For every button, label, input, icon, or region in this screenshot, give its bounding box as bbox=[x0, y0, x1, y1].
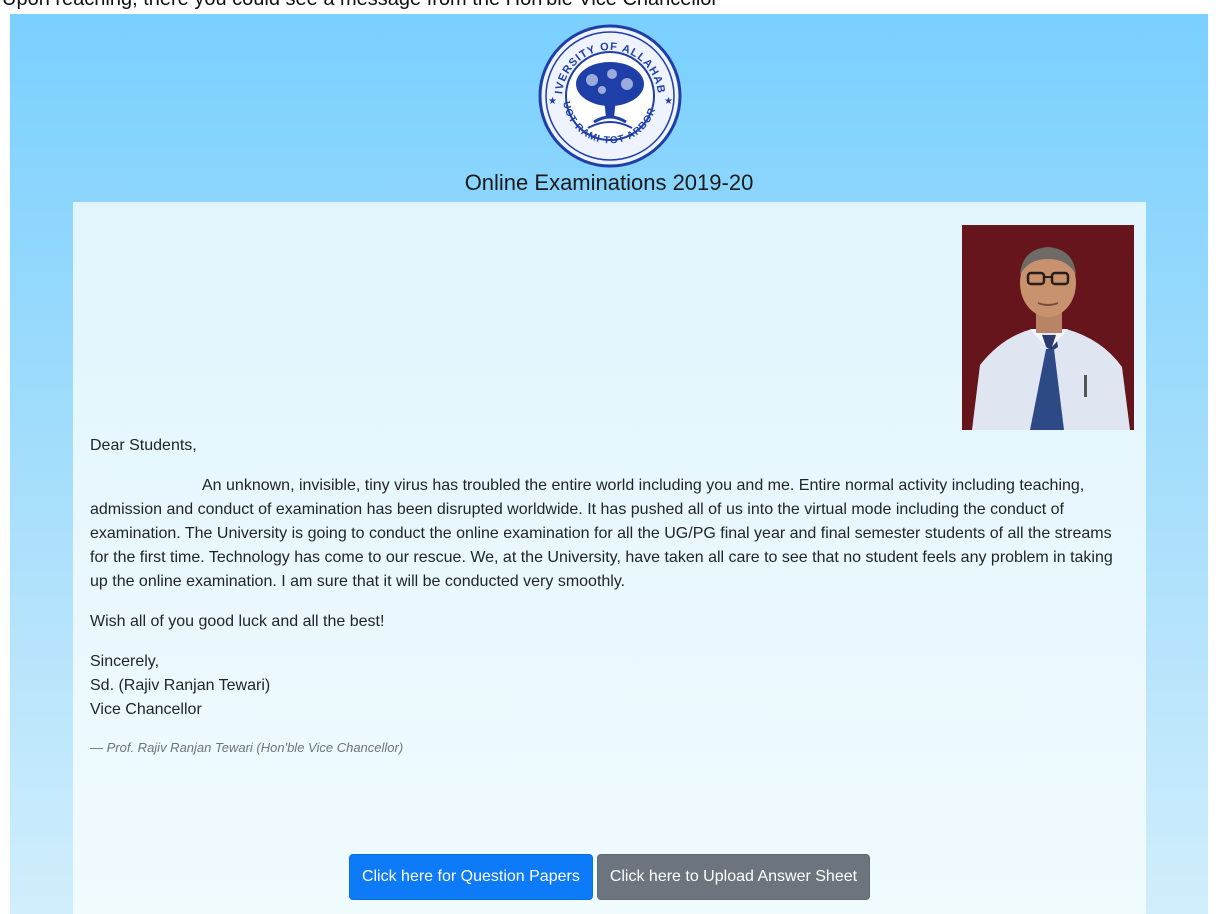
closing: Sincerely, bbox=[90, 653, 160, 670]
page-background: UNIVERSITY OF ALLAHABAD QUOT RAMI TOT AR… bbox=[10, 9, 1208, 914]
svg-text:★: ★ bbox=[548, 96, 557, 107]
portrait-image bbox=[962, 225, 1134, 430]
letter-body-paragraph: An unknown, invisible, tiny virus has tr… bbox=[90, 474, 1134, 594]
question-papers-button[interactable]: Click here for Question Papers bbox=[348, 854, 593, 900]
designation: Vice Chancellor bbox=[90, 701, 202, 718]
message-letter: Dear Students, An unknown, invisible, ti… bbox=[90, 434, 1134, 758]
svg-text:★: ★ bbox=[664, 96, 673, 107]
wish-line: Wish all of you good luck and all the be… bbox=[90, 613, 385, 630]
upload-answer-sheet-button[interactable]: Click here to Upload Answer Sheet bbox=[596, 854, 871, 900]
vice-chancellor-photo bbox=[962, 225, 1134, 430]
page-title: Online Examinations 2019-20 bbox=[464, 170, 754, 195]
university-seal-icon: UNIVERSITY OF ALLAHABAD QUOT RAMI TOT AR… bbox=[530, 9, 682, 168]
letter-body-text: An unknown, invisible, tiny virus has tr… bbox=[90, 477, 1113, 590]
top-caption: Upon reaching, there you could see a mes… bbox=[0, 0, 1216, 14]
university-logo: UNIVERSITY OF ALLAHABAD QUOT RAMI TOT AR… bbox=[530, 9, 686, 170]
salutation: Dear Students, bbox=[90, 437, 197, 454]
caption-text: Upon reaching, there you could see a mes… bbox=[2, 0, 718, 11]
action-buttons: Click here for Question Papers Click her… bbox=[73, 854, 1146, 900]
message-card: Dear Students, An unknown, invisible, ti… bbox=[73, 202, 1146, 914]
signed-name: Sd. (Rajiv Ranjan Tewari) bbox=[90, 677, 271, 694]
signature-block: Sincerely, Sd. (Rajiv Ranjan Tewari) Vic… bbox=[90, 650, 1134, 722]
attribution-footer: — Prof. Rajiv Ranjan Tewari (Hon'ble Vic… bbox=[90, 740, 404, 755]
